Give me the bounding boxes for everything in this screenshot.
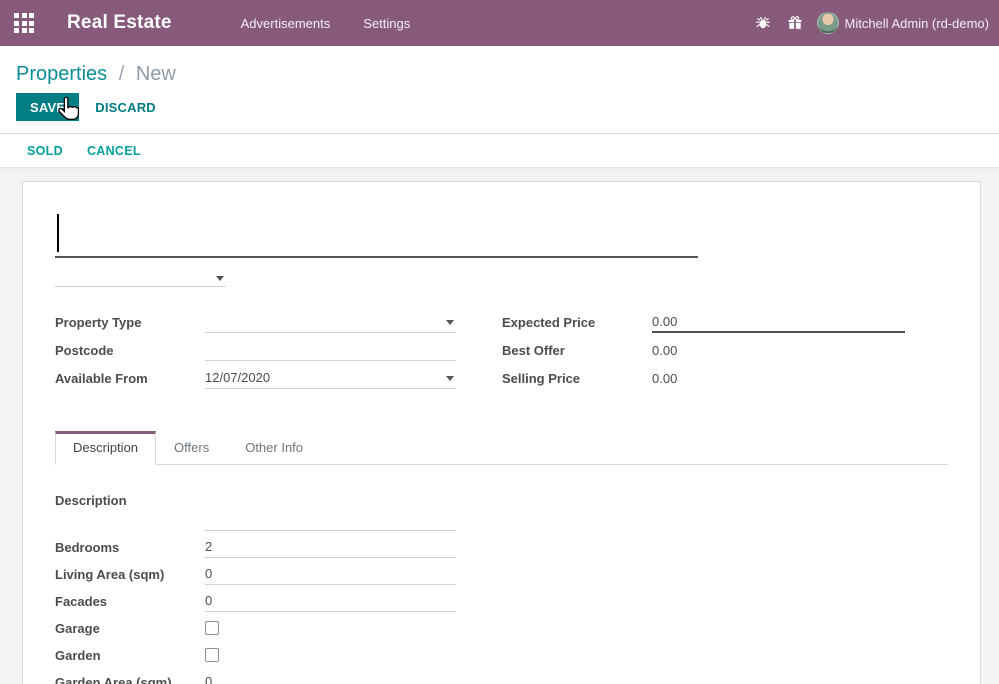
facades-input[interactable]: [205, 592, 444, 608]
garden-label: Garden: [55, 646, 205, 663]
expected-price-input[interactable]: [652, 313, 893, 329]
available-from-row: Available From: [55, 369, 456, 389]
garden-checkbox[interactable]: [205, 648, 219, 662]
postcode-label: Postcode: [55, 341, 205, 358]
property-type-input[interactable]: [205, 313, 444, 329]
garden-area-row: Garden Area (sqm): [55, 673, 456, 684]
apps-grid-icon[interactable]: [0, 0, 48, 46]
tags-field-wrapper: [55, 270, 226, 287]
tags-input[interactable]: [55, 271, 205, 286]
description-section-label: Description: [55, 493, 948, 509]
living-area-row: Living Area (sqm): [55, 565, 456, 585]
notebook: Description Offers Other Info Descriptio…: [55, 431, 948, 684]
property-type-dropdown-icon[interactable]: [446, 320, 454, 325]
best-offer-row: Best Offer 0.00: [502, 341, 905, 361]
menu-advertisements[interactable]: Advertisements: [239, 12, 333, 35]
postcode-input[interactable]: [205, 341, 444, 357]
property-name-field-wrapper: [55, 212, 698, 258]
top-navbar: Real Estate Advertisements Settings: [0, 0, 999, 46]
garage-label: Garage: [55, 619, 205, 636]
breadcrumb-separator: /: [119, 63, 125, 85]
user-menu[interactable]: Mitchell Admin (rd-demo): [817, 12, 990, 34]
tab-strip: Description Offers Other Info: [55, 431, 948, 465]
app-title[interactable]: Real Estate: [67, 12, 172, 34]
best-offer-label: Best Offer: [502, 341, 652, 358]
cancel-button[interactable]: CANCEL: [87, 144, 141, 158]
control-panel: Properties / New SAVE DISCARD: [0, 46, 999, 134]
sold-button[interactable]: SOLD: [27, 144, 63, 158]
selling-price-label: Selling Price: [502, 369, 652, 386]
selling-price-value: 0.00: [652, 369, 677, 386]
gift-icon[interactable]: [779, 0, 811, 46]
facades-row: Facades: [55, 592, 456, 612]
facades-label: Facades: [55, 592, 205, 609]
garden-area-input[interactable]: [205, 673, 444, 684]
living-area-label: Living Area (sqm): [55, 565, 205, 582]
form-statusbar: SOLD CANCEL: [0, 134, 999, 168]
garage-checkbox[interactable]: [205, 621, 219, 635]
postcode-row: Postcode: [55, 341, 456, 361]
avatar: [817, 12, 839, 34]
bedrooms-row: Bedrooms: [55, 538, 456, 558]
available-from-dropdown-icon[interactable]: [446, 376, 454, 381]
description-input[interactable]: [205, 511, 444, 527]
text-cursor: [57, 214, 59, 252]
tab-description[interactable]: Description: [55, 431, 156, 465]
discard-button[interactable]: DISCARD: [95, 100, 156, 115]
form-sheet: Property Type Postcode Available From: [22, 181, 981, 684]
selling-price-row: Selling Price 0.00: [502, 369, 905, 389]
description-field-spacer: [55, 511, 205, 513]
bedrooms-input[interactable]: [205, 538, 444, 554]
bug-icon[interactable]: [747, 0, 779, 46]
tags-dropdown-icon[interactable]: [216, 276, 224, 281]
description-tab-content: Description Bedrooms: [55, 465, 948, 684]
bedrooms-label: Bedrooms: [55, 538, 205, 555]
description-field-row: [55, 511, 456, 531]
living-area-input[interactable]: [205, 565, 444, 581]
property-type-row: Property Type: [55, 313, 456, 333]
tab-other-info[interactable]: Other Info: [227, 431, 321, 465]
expected-price-row: Expected Price: [502, 313, 905, 333]
expected-price-label: Expected Price: [502, 313, 652, 330]
best-offer-value: 0.00: [652, 341, 677, 358]
available-from-input[interactable]: [205, 369, 444, 385]
property-type-label: Property Type: [55, 313, 205, 330]
breadcrumb-properties-link[interactable]: Properties: [16, 63, 107, 85]
property-name-input[interactable]: [55, 212, 698, 254]
save-button[interactable]: SAVE: [16, 93, 79, 121]
apps-grid-glyph: [14, 13, 34, 33]
breadcrumb-current: New: [136, 63, 176, 85]
form-view-background: Property Type Postcode Available From: [0, 168, 999, 684]
available-from-label: Available From: [55, 369, 205, 386]
user-name: Mitchell Admin (rd-demo): [845, 16, 990, 31]
breadcrumb: Properties / New: [16, 60, 983, 88]
tab-offers[interactable]: Offers: [156, 431, 227, 465]
garden-area-label: Garden Area (sqm): [55, 673, 205, 684]
menu-settings[interactable]: Settings: [361, 12, 412, 35]
garden-row: Garden: [55, 646, 456, 666]
garage-row: Garage: [55, 619, 456, 639]
